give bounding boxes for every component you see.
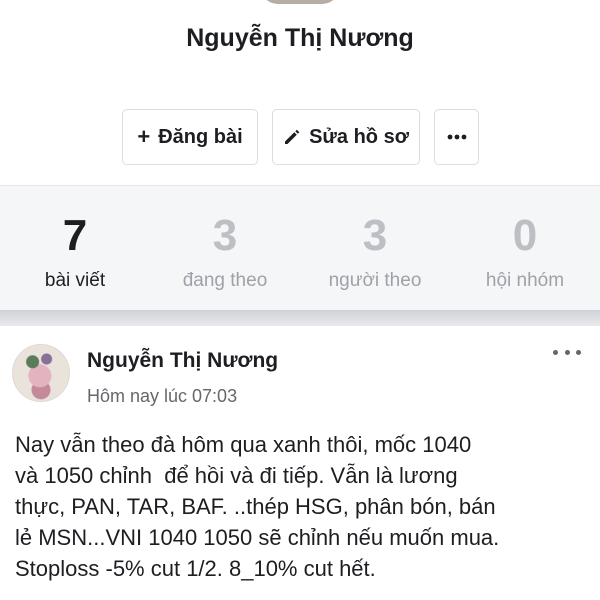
post-author-avatar[interactable] [12,344,70,402]
post-more-icon[interactable] [553,344,581,360]
stat-groups-count: 0 [512,211,538,260]
stat-following-count: 3 [212,211,238,260]
stat-posts-count: 7 [62,211,88,260]
profile-actions: + Đăng bài Sửa hồ sơ [0,109,600,165]
post-author-name[interactable]: Nguyễn Thị Nương [87,349,278,373]
stat-followers-count: 3 [362,211,388,260]
plus-icon: + [137,124,151,149]
post-timestamp[interactable]: Hôm nay lúc 07:03 [87,386,237,407]
section-divider [0,310,600,326]
stat-following-label: đang theo [182,270,268,291]
edit-profile-label: Sửa hồ sơ [309,125,409,148]
pencil-icon [283,128,301,146]
post-body-text: Nay vẫn theo đà hôm qua xanh thôi, mốc 1… [15,432,500,581]
more-options-button[interactable] [434,109,479,165]
ellipsis-icon [447,134,467,140]
edit-profile-button[interactable]: Sửa hồ sơ [272,109,420,165]
create-post-label: Đăng bài [158,125,243,148]
profile-avatar[interactable] [260,0,340,4]
stat-followers-label: người theo [328,270,422,291]
profile-name: Nguyễn Thị Nương [186,24,414,52]
stat-posts-label: bài viết [44,270,106,291]
stat-groups-label: hội nhóm [485,270,565,291]
post-card: Nguyễn Thị Nương Hôm nay lúc 07:03 Nay v… [0,326,600,600]
create-post-button[interactable]: + Đăng bài [122,109,258,165]
profile-stats: 7 bài viết 3 đang theo 3 người theo 0 hộ… [0,185,600,310]
